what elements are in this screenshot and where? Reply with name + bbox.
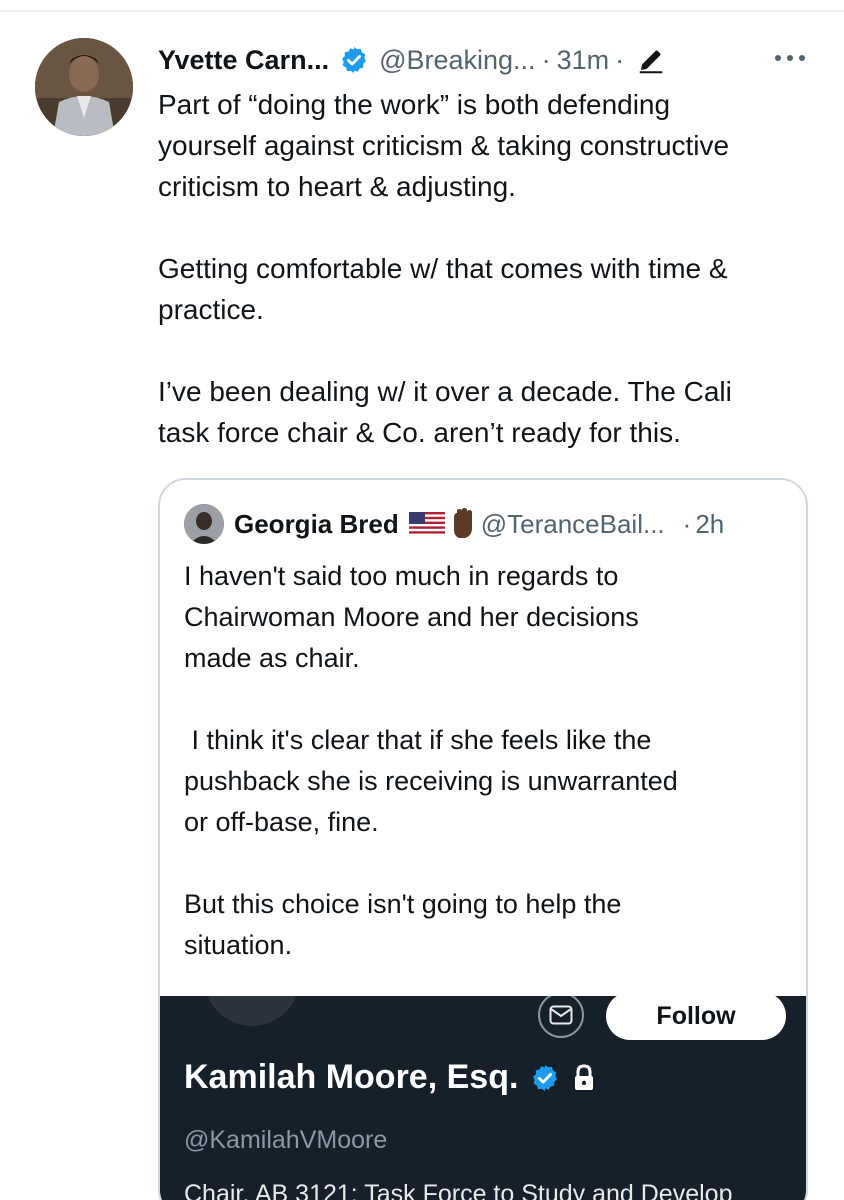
quoted-line: But this choice isn't going to help the (184, 889, 622, 919)
embedded-profile-name: Kamilah Moore, Esq. (184, 1058, 519, 1096)
tweet-line: Part of “doing the work” is both defendi… (158, 89, 671, 120)
quoted-author-name: Georgia Bred (234, 508, 399, 539)
author-handle[interactable]: @Breaking... (379, 45, 535, 76)
tweet-header: Yvette Carn... @Breaking... · 31m · (158, 38, 808, 82)
quoted-author-handle: @TeranceBail... (480, 508, 665, 539)
quoted-line: pushback she is receiving is unwarranted (184, 766, 678, 796)
separator-dot: · (541, 44, 551, 75)
embedded-profile-avatar (204, 996, 300, 1026)
quoted-line: I think it's clear that if she feels lik… (184, 725, 652, 755)
embedded-profile-handle: @KamilahVMoore (184, 1126, 388, 1154)
tweet-line: practice. (158, 294, 264, 325)
top-divider (0, 10, 844, 12)
message-button (538, 996, 584, 1038)
embedded-profile-name-row: Kamilah Moore, Esq. (184, 1058, 596, 1097)
quoted-tweet-body: I haven't said too much in regards to Ch… (184, 556, 794, 966)
tweet-line: task force chair & Co. aren’t ready for … (158, 417, 681, 448)
tweet-line: yourself against criticism & taking cons… (158, 130, 730, 161)
quoted-author-avatar (184, 504, 224, 544)
tweet-line: I’ve been dealing w/ it over a decade. T… (158, 376, 732, 407)
embedded-profile-bio: Chair, AB 3121: Task Force to Study and … (184, 1180, 733, 1200)
more-options-icon[interactable] (772, 46, 808, 70)
quoted-line: or off-base, fine. (184, 807, 379, 837)
tweet-timestamp[interactable]: 31m (557, 45, 610, 76)
quoted-line: made as chair. (184, 643, 360, 673)
quoted-line: Chairwoman Moore and her decisions (184, 602, 639, 632)
embedded-profile-screenshot: Follow Kamilah Moore, Esq. @KamilahVMoor… (160, 996, 806, 1200)
quoted-separator-dot: · (682, 508, 692, 539)
follow-button: Follow (606, 996, 786, 1040)
quoted-tweet-card[interactable]: Georgia Bred @TeranceBail... · 2h I have… (158, 478, 808, 1200)
tweet-line: Getting comfortable w/ that comes with t… (158, 253, 728, 284)
separator-dot-2: · (615, 44, 625, 75)
lock-icon (575, 1063, 594, 1090)
tweet-body: Part of “doing the work” is both defendi… (158, 84, 818, 453)
us-flag-icon (408, 512, 445, 536)
quoted-line: I haven't said too much in regards to (184, 561, 619, 591)
author-name[interactable]: Yvette Carn... (158, 45, 329, 76)
quoted-tweet-header: Georgia Bred @TeranceBail... · 2h (184, 502, 724, 546)
edit-pencil-icon[interactable] (636, 45, 666, 75)
verified-badge-icon (533, 1064, 558, 1091)
tweet-line: criticism to heart & adjusting. (158, 171, 516, 202)
raised-fist-icon (453, 508, 472, 538)
message-envelope-icon (549, 1005, 573, 1025)
author-avatar[interactable] (35, 38, 133, 136)
quoted-timestamp: 2h (695, 508, 725, 539)
verified-badge-icon (342, 46, 366, 74)
quoted-line: situation. (184, 930, 293, 960)
